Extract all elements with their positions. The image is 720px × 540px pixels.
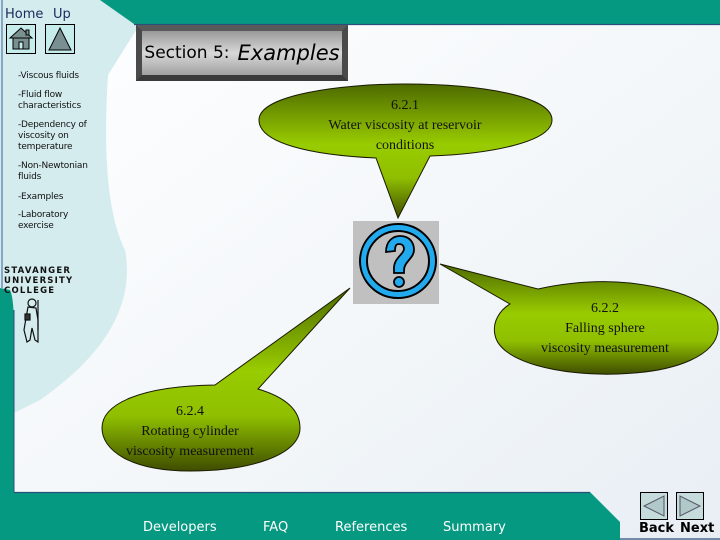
left-triangle-icon bbox=[642, 495, 665, 517]
footer-link-faq[interactable]: FAQ bbox=[263, 520, 288, 535]
bubble-line: Rotating cylinder bbox=[141, 424, 239, 439]
home-button[interactable] bbox=[6, 24, 36, 54]
bubble-number: 6.2.2 bbox=[591, 301, 619, 316]
back-button[interactable] bbox=[640, 492, 668, 520]
logo-line-3: COLLEGE bbox=[4, 286, 56, 296]
next-button[interactable] bbox=[676, 492, 704, 520]
question-mark-icon bbox=[353, 221, 439, 304]
bubble-number: 6.2.1 bbox=[391, 98, 419, 113]
back-label[interactable]: Back bbox=[639, 521, 674, 536]
footer-link-summary[interactable]: Summary bbox=[443, 520, 506, 535]
bubble-6-2-1[interactable]: 6.2.1 Water viscosity at reservoir condi… bbox=[290, 96, 520, 156]
logo-line-1: STAVANGER bbox=[4, 266, 72, 276]
home-label[interactable]: Home bbox=[5, 7, 43, 22]
bubble-line: conditions bbox=[375, 138, 435, 153]
bottom-teal-bar bbox=[0, 492, 620, 540]
bubble-line: viscosity measurement bbox=[126, 444, 254, 459]
sidebar-item-dependency-viscosity[interactable]: -Dependency of viscosity on temperature bbox=[18, 120, 98, 153]
bubble-line: Falling sphere bbox=[565, 321, 645, 336]
footer-link-developers[interactable]: Developers bbox=[143, 520, 217, 535]
home-icon bbox=[8, 27, 34, 50]
logo-line-2: UNIVERSITY bbox=[4, 276, 74, 286]
university-logo: STAVANGER UNIVERSITY COLLEGE bbox=[4, 266, 73, 296]
sidebar-item-fluid-flow[interactable]: -Fluid flow characteristics bbox=[18, 90, 98, 112]
footer-link-references[interactable]: References bbox=[335, 520, 407, 535]
bubble-number: 6.2.4 bbox=[176, 404, 204, 419]
sidebar-item-examples[interactable]: -Examples bbox=[18, 192, 118, 203]
bubble-6-2-4[interactable]: 6.2.4 Rotating cylinder viscosity measur… bbox=[105, 402, 275, 462]
sidebar-item-laboratory[interactable]: -Laboratory exercise bbox=[18, 210, 88, 232]
section-title: Section 5: Examples bbox=[136, 25, 348, 81]
up-button[interactable] bbox=[45, 24, 75, 54]
sidebar-item-non-newtonian[interactable]: -Non-Newtonian fluids bbox=[18, 161, 103, 183]
bubble-line: viscosity measurement bbox=[541, 341, 669, 356]
section-prefix: Section 5: bbox=[144, 43, 230, 63]
sidebar-item-viscous-fluids[interactable]: -Viscous fluids bbox=[18, 71, 118, 82]
up-triangle-icon bbox=[48, 26, 72, 51]
right-triangle-icon bbox=[679, 495, 702, 517]
bubble-6-2-2[interactable]: 6.2.2 Falling sphere viscosity measureme… bbox=[515, 299, 695, 359]
top-teal-bar bbox=[100, 0, 720, 24]
up-label[interactable]: Up bbox=[53, 7, 71, 22]
bubble-line: Water viscosity at reservoir bbox=[328, 118, 482, 133]
next-label[interactable]: Next bbox=[680, 521, 714, 536]
section-name: Examples bbox=[237, 41, 340, 65]
